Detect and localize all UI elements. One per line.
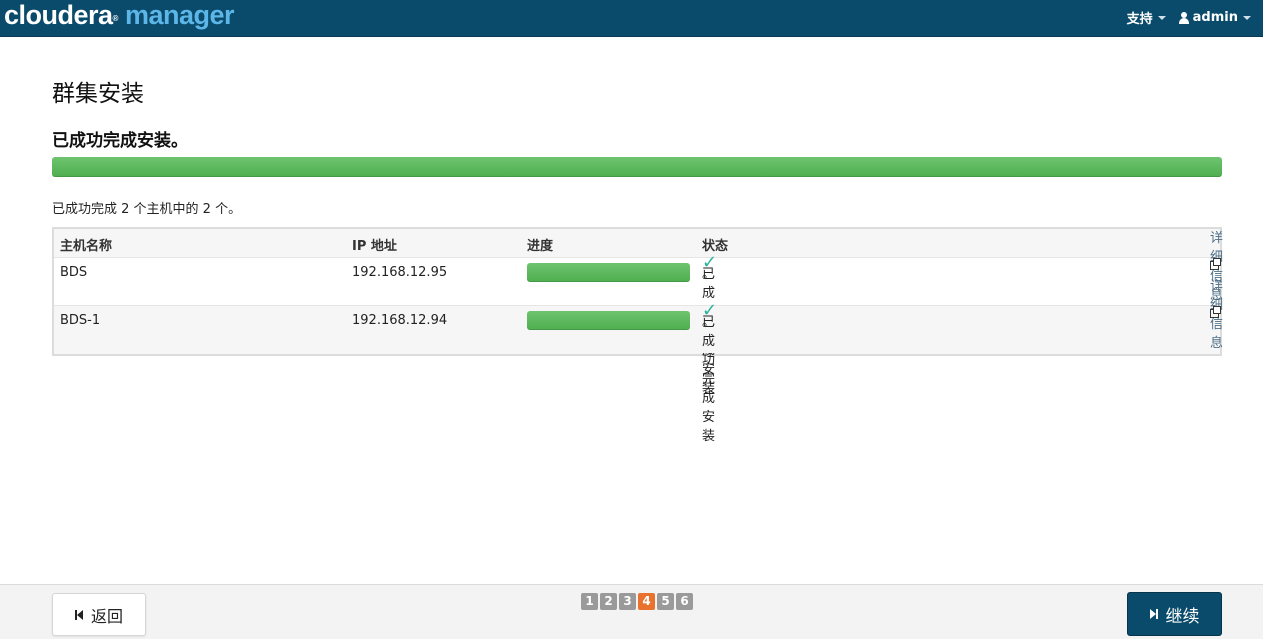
host-table: 主机名称 IP 地址 进度 状态 BDS 192.168.12.95 ✓ 已成功… (52, 227, 1223, 444)
back-button[interactable]: 返回 (52, 593, 146, 636)
host-ip: 192.168.12.95 (352, 265, 448, 280)
brand-name-part1: cloudera (4, 0, 113, 30)
column-header-progress: 进度 (527, 239, 554, 254)
column-header-host: 主机名称 (60, 239, 113, 254)
host-progress-bar (527, 263, 690, 282)
host-name: BDS-1 (60, 313, 101, 328)
chevron-down-icon (1243, 15, 1251, 20)
user-label: admin (1192, 10, 1238, 25)
user-icon (1178, 11, 1190, 24)
external-link-icon (1210, 257, 1221, 270)
external-link-icon (1210, 305, 1221, 318)
step-3[interactable]: 3 (619, 593, 636, 610)
back-label: 返回 (90, 606, 123, 626)
continue-label: 继续 (1165, 606, 1200, 627)
wizard-footer: 返回 1 2 3 4 5 6 继续 (0, 584, 1263, 639)
brand-registered-mark: ® (112, 14, 119, 23)
overall-progress-bar (52, 157, 1222, 177)
user-menu[interactable]: admin (1178, 10, 1251, 25)
install-summary: 已成功完成 2 个主机中的 2 个。 (52, 202, 242, 217)
wizard-steps: 1 2 3 4 5 6 (581, 593, 693, 610)
step-1[interactable]: 1 (581, 593, 598, 610)
top-navbar: cloudera® manager 支持 admin (0, 0, 1263, 37)
host-name: BDS (60, 265, 88, 280)
step-2[interactable]: 2 (600, 593, 617, 610)
host-progress-bar (527, 311, 690, 330)
support-label: 支持 (1126, 12, 1153, 27)
install-status-heading: 已成功完成安装。 (52, 131, 188, 151)
brand-logo[interactable]: cloudera® manager (4, 0, 235, 30)
status-suffix: 。 (702, 267, 716, 282)
chevron-down-icon (1157, 15, 1166, 20)
status-text: 已成功完成安装 (702, 315, 716, 444)
step-4-current[interactable]: 4 (638, 593, 655, 610)
step-5[interactable]: 5 (657, 593, 674, 610)
table-row: BDS-1 192.168.12.94 ✓ 已成功完成安装。 详细信息 (54, 279, 1223, 444)
skip-forward-icon (1149, 609, 1158, 619)
table-header: 主机名称 IP 地址 进度 状态 (54, 229, 1220, 257)
page-title: 群集安装 (52, 81, 144, 107)
status-suffix: 。 (702, 315, 716, 330)
brand-name-part2: manager (124, 0, 235, 30)
skip-back-icon (74, 609, 83, 620)
support-menu[interactable]: 支持 (1127, 8, 1166, 27)
table-row: BDS 192.168.12.95 ✓ 已成功完成安装。 详细信息 (54, 231, 1223, 396)
host-ip: 192.168.12.94 (352, 313, 448, 328)
continue-button[interactable]: 继续 (1127, 592, 1222, 636)
step-6[interactable]: 6 (676, 593, 693, 610)
column-header-ip: IP 地址 (352, 239, 397, 254)
top-nav-menu: 支持 admin (1127, 8, 1251, 27)
